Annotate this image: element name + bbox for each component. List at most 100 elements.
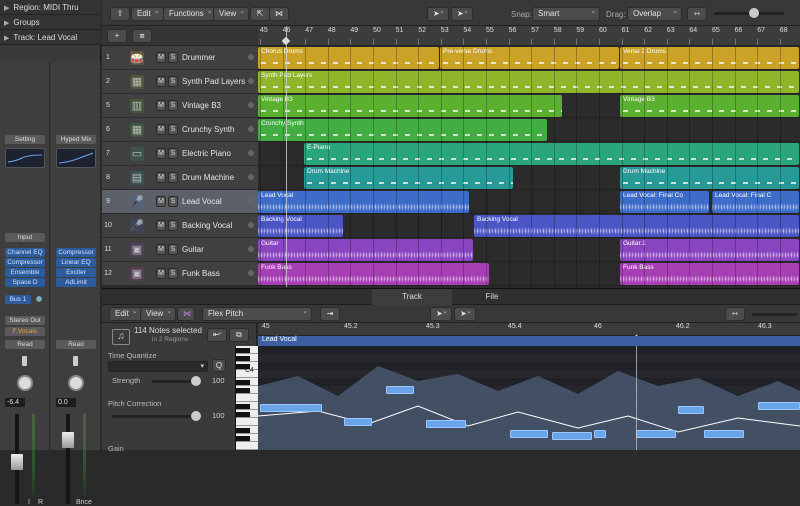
plugin-slot-3[interactable]: Ensemble bbox=[5, 268, 45, 277]
functions-menu[interactable]: Functions bbox=[163, 6, 217, 21]
editor-zoom-slider[interactable] bbox=[752, 313, 797, 316]
send-level-knob[interactable] bbox=[35, 295, 43, 303]
track-lane-backing[interactable]: Backing Vocal Backing Vocal bbox=[258, 214, 800, 238]
black-key[interactable] bbox=[236, 356, 250, 361]
secondary-tool-icon[interactable]: ➤ bbox=[451, 6, 473, 21]
pitch-correction-thumb[interactable] bbox=[191, 411, 201, 421]
track-lane-crunchy[interactable]: Crunchy Synth bbox=[258, 118, 800, 142]
solo-button[interactable]: S bbox=[168, 76, 178, 87]
mute-button[interactable]: M bbox=[156, 124, 166, 135]
region-drum-machine[interactable]: Drum Machine bbox=[304, 167, 513, 189]
plugin-slot-2[interactable]: Compressor bbox=[5, 258, 45, 267]
zoom-slider[interactable] bbox=[714, 8, 784, 18]
quantize-q-button[interactable]: Q bbox=[212, 359, 226, 372]
plugin-slot-4[interactable]: Space D bbox=[5, 278, 45, 287]
solo-button[interactable]: S bbox=[168, 196, 178, 207]
piano-keyboard[interactable] bbox=[235, 346, 259, 450]
black-key[interactable] bbox=[236, 404, 250, 409]
track-header-vintage-b3[interactable]: 5 ▥ M S Vintage B3 bbox=[102, 94, 258, 118]
record-enable-icon[interactable] bbox=[248, 78, 254, 84]
pitch-note[interactable] bbox=[510, 430, 548, 438]
mute-button[interactable]: M bbox=[156, 100, 166, 111]
setting-button-2[interactable]: Hyped Mix bbox=[56, 135, 96, 144]
track-lane-epiano[interactable]: E-Piano bbox=[258, 142, 800, 166]
flex-icon[interactable]: ⋈ bbox=[177, 307, 195, 321]
track-header-drummer[interactable]: 1 🥁 M S Drummer bbox=[102, 46, 258, 70]
mute-button[interactable]: M bbox=[156, 244, 166, 255]
region-epiano[interactable]: E-Piano bbox=[304, 143, 799, 165]
track-lane-lead-vocal[interactable]: Lead Vocal Lead Vocal: Final Co Lead Vocal… bbox=[258, 190, 800, 214]
setting-button[interactable]: Setting bbox=[5, 135, 45, 144]
editor-view-menu[interactable]: View bbox=[140, 306, 177, 321]
input-slot[interactable]: Input bbox=[5, 233, 45, 242]
volume-fader[interactable] bbox=[11, 454, 23, 470]
catch-icon[interactable]: ⇥ bbox=[320, 307, 340, 321]
black-key[interactable] bbox=[236, 380, 250, 385]
region-inspector-header[interactable]: ▶ Region: MIDI Thru bbox=[0, 0, 101, 15]
region-crunchy[interactable]: Crunchy Synth bbox=[258, 119, 547, 141]
plugin-slot-2-1[interactable]: Compressor bbox=[56, 248, 96, 257]
region-b3[interactable]: Vintage B3 bbox=[620, 95, 799, 117]
plugin-slot-2-4[interactable]: AdLimit bbox=[56, 278, 96, 287]
folder-icon[interactable]: ⧈ bbox=[132, 29, 152, 43]
editor-secondary-tool-icon[interactable]: ➤ bbox=[454, 306, 476, 321]
add-track-icon[interactable]: + bbox=[107, 29, 127, 43]
tab-file[interactable]: File bbox=[452, 289, 532, 305]
flex-pitch-grid[interactable] bbox=[258, 346, 800, 450]
region-lead-vocal[interactable]: Lead Vocal: Final Co bbox=[620, 191, 709, 213]
pitch-note[interactable] bbox=[704, 430, 744, 438]
solo-button[interactable]: S bbox=[168, 244, 178, 255]
playhead[interactable] bbox=[286, 26, 287, 287]
track-lane-b3[interactable]: Vintage B3 Vintage B3 bbox=[258, 94, 800, 118]
track-lane-funk-bass[interactable]: Funk Bass Funk Bass bbox=[258, 262, 800, 286]
editor-playhead[interactable] bbox=[636, 346, 637, 450]
zoom-horizontal-icon[interactable]: ⇿ bbox=[687, 7, 707, 21]
flex-tool-icon[interactable]: ⇱ bbox=[250, 7, 270, 21]
pitch-note[interactable] bbox=[678, 406, 704, 414]
region-guitar[interactable]: Guitar.1 bbox=[620, 239, 799, 261]
pitch-note[interactable] bbox=[552, 432, 592, 440]
group-slot[interactable]: F.Vocals bbox=[5, 327, 45, 336]
groups-header[interactable]: ▶ Groups bbox=[0, 15, 101, 30]
black-key[interactable] bbox=[236, 436, 250, 441]
solo-button[interactable]: S bbox=[168, 172, 178, 183]
pitch-note[interactable] bbox=[594, 430, 606, 438]
time-quantize-select[interactable]: ▾ bbox=[108, 361, 208, 372]
output-slot[interactable]: Stereo Out bbox=[5, 316, 45, 325]
flex-mode-select[interactable]: Flex Pitch bbox=[202, 306, 312, 321]
track-header-backing-vocal[interactable]: 10 🎤 M S Backing Vocal bbox=[102, 214, 258, 238]
track-header-guitar[interactable]: 11 ▣ M S Guitar bbox=[102, 238, 258, 262]
track-lane-guitar[interactable]: Guitar Guitar.1 bbox=[258, 238, 800, 262]
region-synth[interactable]: Synth Pad Layers bbox=[258, 71, 799, 93]
mute-button[interactable]: M bbox=[156, 196, 166, 207]
bar-ruler[interactable]: 4546474849505152535455565758596061626364… bbox=[258, 26, 800, 46]
record-enable-icon[interactable] bbox=[248, 246, 254, 252]
solo-button[interactable]: S bbox=[168, 268, 178, 279]
record-enable-icon[interactable] bbox=[248, 198, 254, 204]
track-header-lead-vocal[interactable]: 9 🎤 M S Lead Vocal bbox=[102, 190, 258, 214]
track-inspector-header[interactable]: ▶ Track: Lead Vocal bbox=[0, 30, 101, 45]
mute-button[interactable]: M bbox=[156, 172, 166, 183]
record-enable-icon[interactable] bbox=[248, 174, 254, 180]
region-lead-vocal[interactable]: Lead Vocal: Final C bbox=[712, 191, 799, 213]
record-enable-icon[interactable] bbox=[248, 270, 254, 276]
black-key[interactable] bbox=[236, 348, 250, 353]
pitch-note[interactable] bbox=[426, 420, 466, 428]
plugin-slot-2-3[interactable]: Exciter bbox=[56, 268, 96, 277]
record-enable-icon[interactable] bbox=[248, 126, 254, 132]
region-backing[interactable]: Backing Vocal bbox=[258, 215, 343, 237]
white-key[interactable] bbox=[236, 418, 259, 426]
pitch-note[interactable] bbox=[636, 430, 676, 438]
editor-zoom-icon[interactable]: ⇿ bbox=[725, 307, 745, 321]
record-enable-icon[interactable] bbox=[248, 54, 254, 60]
editor-ruler[interactable]: 45 45.2 45.3 45.4 46 46.2 46.3 bbox=[258, 323, 800, 345]
input-monitor-button[interactable]: I bbox=[28, 499, 30, 506]
pointer-tool-icon[interactable]: ➤ bbox=[427, 6, 449, 21]
record-enable-icon[interactable] bbox=[248, 222, 254, 228]
arrange-area[interactable]: Chorus Drums Pre-verse Drums Verse 2 Drums… bbox=[258, 46, 800, 287]
flex-mode-icon[interactable]: ⋈ bbox=[269, 7, 289, 21]
plugin-slot-1[interactable]: Channel EQ bbox=[5, 248, 45, 257]
region-b3[interactable]: Vintage B3 bbox=[258, 95, 562, 117]
solo-button[interactable]: S bbox=[168, 148, 178, 159]
pitch-note[interactable] bbox=[758, 402, 800, 410]
